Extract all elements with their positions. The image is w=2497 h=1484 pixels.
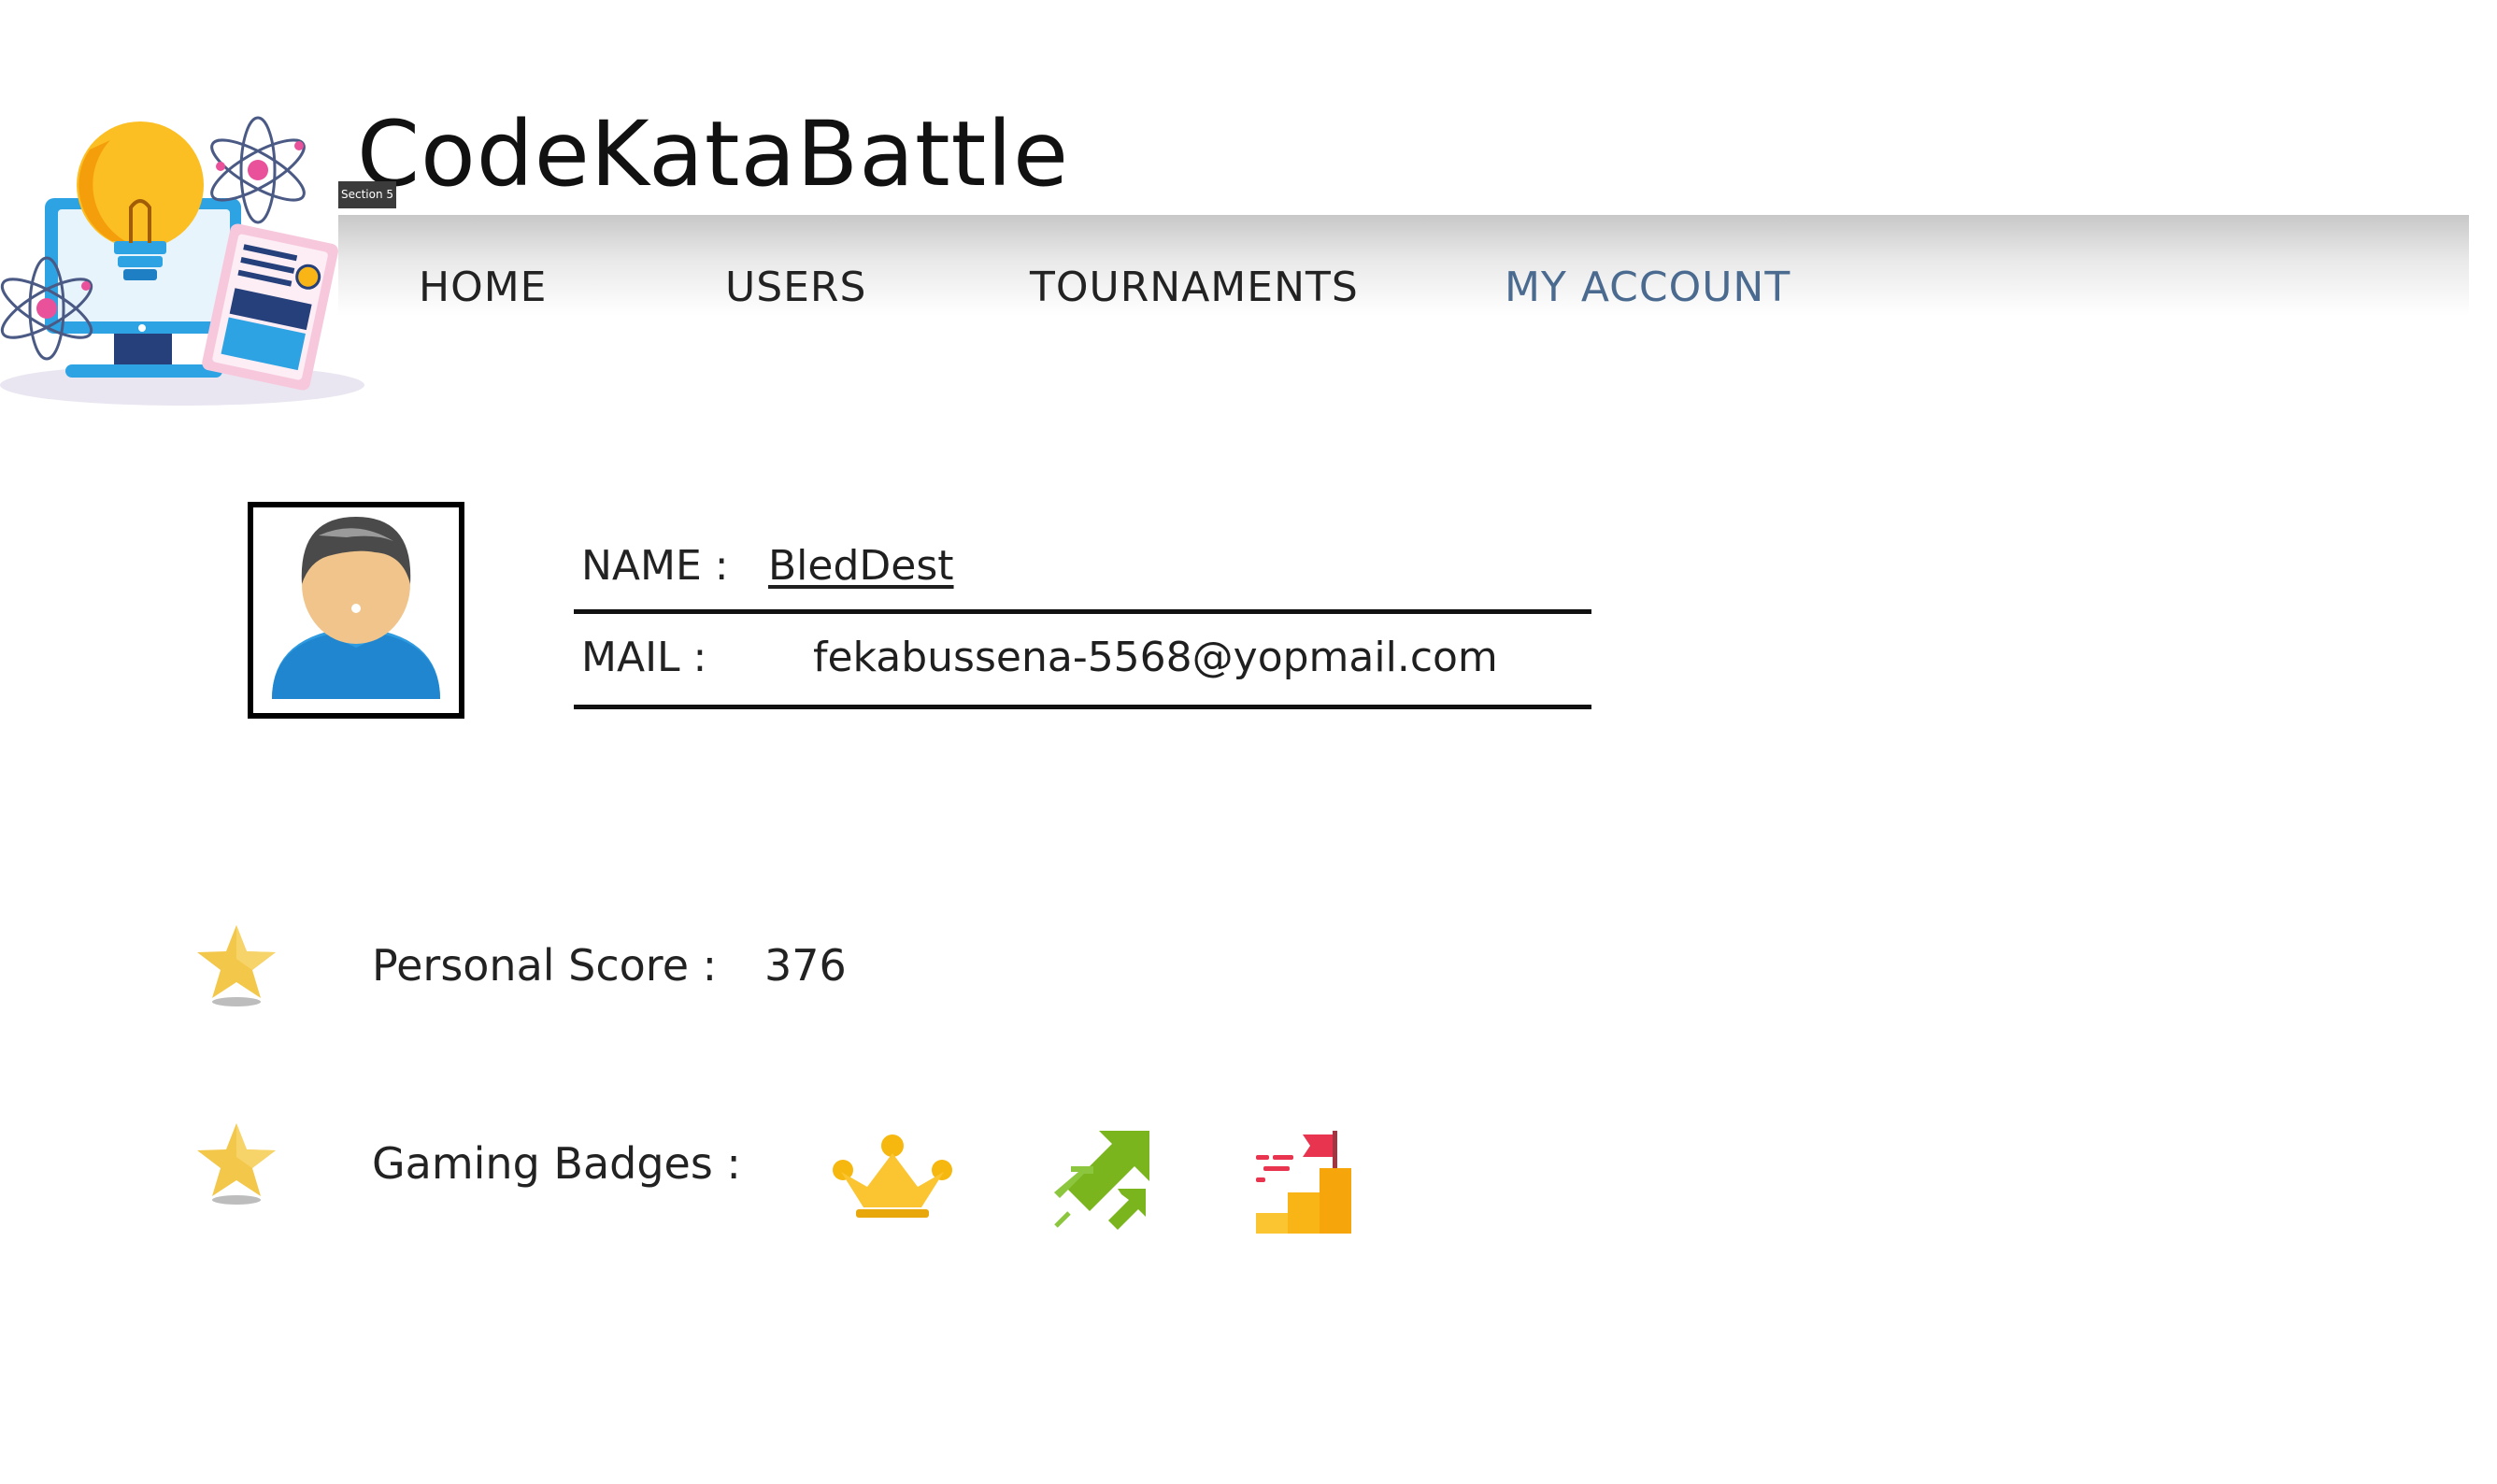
goal-flag-badge-icon bbox=[1256, 1131, 1351, 1234]
mail-divider bbox=[574, 705, 1591, 709]
app-title: CodeKataBattle bbox=[357, 102, 1070, 207]
score-star-icon bbox=[197, 925, 276, 1006]
name-divider bbox=[574, 609, 1591, 614]
user-avatar-icon bbox=[272, 517, 440, 699]
growth-arrows-badge-icon bbox=[1054, 1131, 1149, 1230]
main-navbar: HOME USERS TOURNAMENTS MY ACCOUNT bbox=[338, 215, 2469, 316]
codekatabattle-logo bbox=[0, 116, 364, 406]
badges-star-icon bbox=[197, 1123, 276, 1205]
nav-home[interactable]: HOME bbox=[419, 264, 547, 311]
avatar bbox=[248, 502, 464, 719]
gaming-badges-label: Gaming Badges : bbox=[372, 1138, 741, 1189]
personal-score-value: 376 bbox=[764, 940, 847, 991]
mail-label: MAIL : bbox=[581, 634, 707, 681]
personal-score-label: Personal Score : bbox=[372, 940, 718, 991]
username-link[interactable]: BledDest bbox=[768, 542, 954, 590]
nav-users[interactable]: USERS bbox=[725, 264, 866, 311]
email-value: fekabussena-5568@yopmail.com bbox=[813, 634, 1498, 681]
nav-my-account[interactable]: MY ACCOUNT bbox=[1505, 264, 1791, 311]
crown-badge-icon bbox=[833, 1134, 952, 1218]
name-label: NAME : bbox=[581, 542, 729, 590]
nav-tournaments[interactable]: TOURNAMENTS bbox=[1030, 264, 1359, 311]
section-tag: Section 5 bbox=[338, 181, 396, 208]
